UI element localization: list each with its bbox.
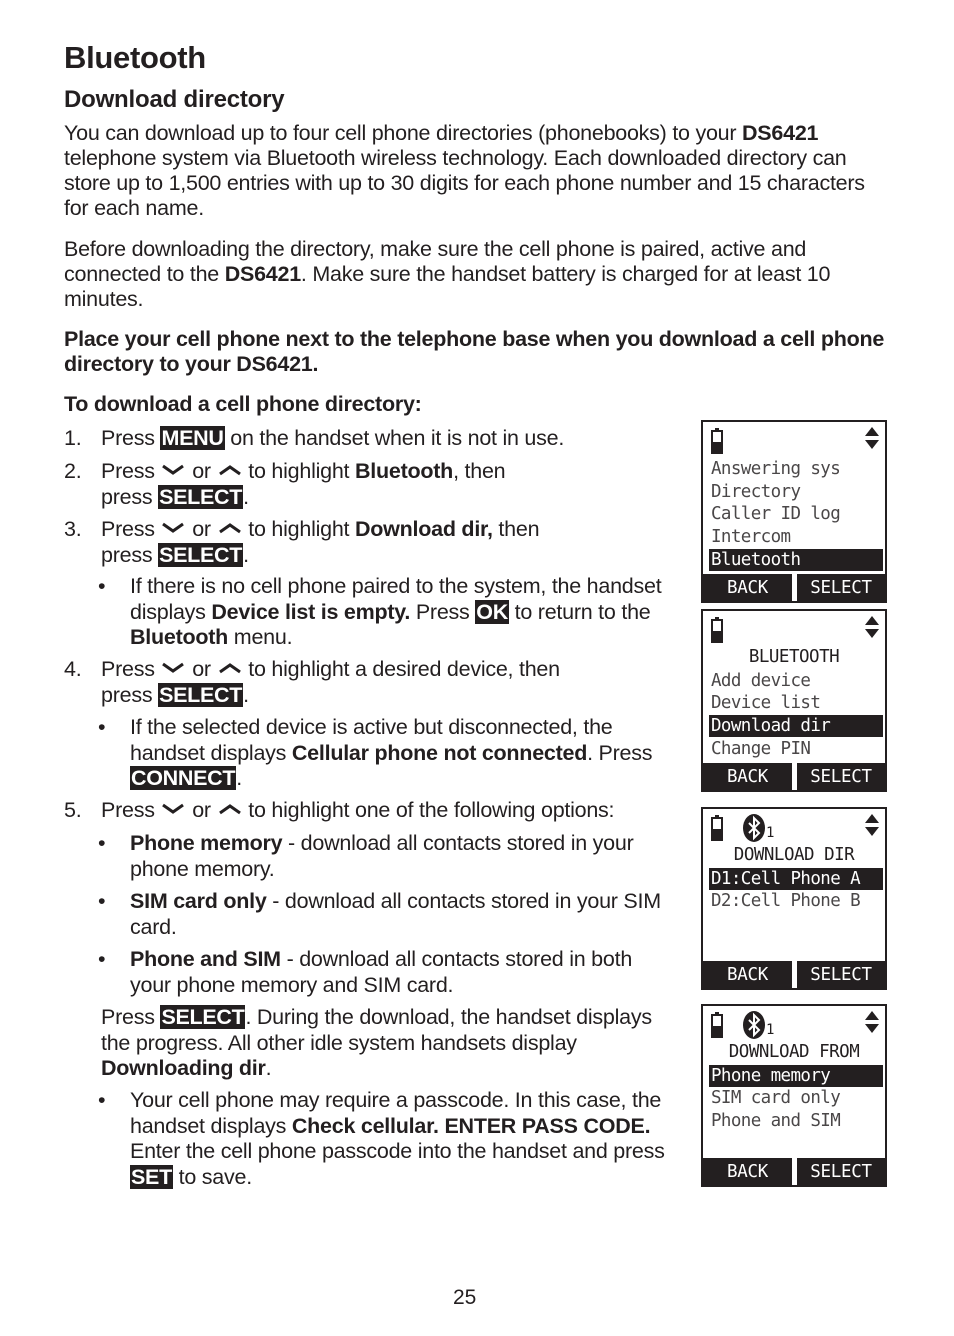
step-1: 1. Press MENU on the handset when it is …	[64, 426, 565, 450]
bluetooth-device-number: 1	[766, 1022, 775, 1038]
menu-item: Phone and SIM	[711, 1111, 841, 1131]
menu-item-selected: D1:Cell Phone A	[709, 868, 883, 890]
battery-icon	[711, 428, 723, 454]
handset-screen-bluetooth-menu: BLUETOOTH Add device Device list Downloa…	[701, 609, 887, 792]
option-phone-memory: • Phone memory - download all contacts s…	[98, 831, 634, 881]
handset-screen-download-dir: 1 DOWNLOAD DIR D1:Cell Phone A D2:Cell P…	[701, 807, 887, 990]
menu-item: Answering sys	[711, 459, 841, 479]
select-softkey: SELECT	[797, 961, 885, 988]
page-number: 25	[453, 1286, 477, 1309]
menu-item: Device list	[711, 693, 821, 713]
step-number: 1.	[64, 426, 82, 450]
select-key: SELECT	[160, 1005, 246, 1029]
model-name: DS6421	[742, 121, 819, 145]
chevron-up-icon	[217, 521, 243, 535]
select-key: SELECT	[158, 542, 244, 567]
step-3: 3. Press or to highlight Download dir, t…	[64, 517, 540, 567]
menu-item: Directory	[711, 482, 801, 502]
menu-item: SIM card only	[711, 1088, 841, 1108]
bullet-icon: •	[98, 574, 106, 598]
battery-icon	[711, 1012, 723, 1038]
screen-title: DOWNLOAD FROM	[728, 1042, 860, 1062]
menu-item: Add device	[711, 671, 811, 691]
select-softkey: SELECT	[797, 763, 885, 790]
bullet-icon: •	[98, 947, 106, 971]
scroll-arrows-icon	[865, 1011, 879, 1033]
menu-key: MENU	[160, 426, 225, 450]
select-key: SELECT	[158, 484, 244, 509]
handset-screen-download-from: 1 DOWNLOAD FROM Phone memory SIM card on…	[701, 1004, 887, 1187]
page-title: Bluetooth	[64, 40, 206, 75]
menu-item-selected: Bluetooth	[709, 549, 883, 571]
select-softkey: SELECT	[797, 1158, 885, 1185]
menu-item: Change PIN	[711, 739, 811, 759]
battery-icon	[711, 617, 723, 643]
chevron-up-icon	[217, 661, 243, 675]
back-softkey: BACK	[703, 763, 792, 790]
menu-item-selected: Download dir	[709, 715, 883, 737]
step-2: 2. Press or to highlight Bluetooth, then…	[64, 459, 506, 509]
connect-key: CONNECT	[130, 766, 237, 790]
back-softkey: BACK	[703, 574, 792, 601]
menu-item: D2:Cell Phone B	[711, 891, 861, 911]
menu-item: Caller ID log	[711, 504, 841, 524]
back-softkey: BACK	[703, 961, 792, 988]
back-softkey: BACK	[703, 1158, 792, 1185]
ok-key: OK	[475, 599, 509, 624]
step-5: 5. Press or to highlight one of the foll…	[64, 798, 615, 822]
bullet-icon: •	[98, 889, 106, 913]
set-key: SET	[130, 1164, 173, 1189]
screen-title: DOWNLOAD DIR	[733, 845, 855, 865]
step-5-continuation: Press SELECT. During the download, the h…	[101, 1005, 652, 1080]
menu-item: Intercom	[711, 527, 791, 547]
chevron-up-icon	[217, 463, 243, 477]
scroll-arrows-icon	[865, 616, 879, 638]
step-number: 2.	[64, 459, 82, 483]
bluetooth-icon	[743, 814, 765, 842]
chevron-down-icon	[160, 521, 186, 535]
procedure-title: To download a cell phone directory:	[64, 392, 422, 416]
step-number: 5.	[64, 798, 82, 822]
bluetooth-device-number: 1	[766, 825, 775, 841]
warning-note: Place your cell phone next to the teleph…	[64, 327, 885, 376]
screen-title: BLUETOOTH	[748, 647, 840, 667]
intro-paragraph-2: Before downloading the directory, make s…	[64, 237, 831, 311]
scroll-arrows-icon	[865, 814, 879, 836]
scroll-arrows-icon	[865, 427, 879, 449]
step-4-note: • If the selected device is active but d…	[98, 715, 653, 790]
step-4: 4. Press or to highlight a desired devic…	[64, 657, 560, 707]
handset-screen-main-menu: Answering sys Directory Caller ID log In…	[701, 420, 887, 603]
battery-icon	[711, 815, 723, 841]
option-phone-and-sim: • Phone and SIM - download all contacts …	[98, 947, 633, 997]
chevron-down-icon	[160, 802, 186, 816]
section-title: Download directory	[64, 86, 285, 113]
step-3-note: • If there is no cell phone paired to th…	[98, 574, 662, 649]
bullet-icon: •	[98, 831, 106, 855]
bluetooth-icon	[743, 1011, 765, 1039]
bullet-icon: •	[98, 715, 106, 739]
bullet-icon: •	[98, 1088, 106, 1112]
select-softkey: SELECT	[797, 574, 885, 601]
chevron-down-icon	[160, 661, 186, 675]
chevron-down-icon	[160, 463, 186, 477]
model-name: DS6421	[224, 262, 301, 286]
chevron-up-icon	[217, 802, 243, 816]
option-sim-card-only: • SIM card only - download all contacts …	[98, 889, 661, 939]
step-number: 4.	[64, 657, 82, 681]
menu-item-selected: Phone memory	[709, 1065, 883, 1087]
intro-paragraph-1: You can download up to four cell phone d…	[64, 121, 865, 220]
select-key: SELECT	[158, 682, 244, 707]
step-number: 3.	[64, 517, 82, 541]
step-5-note: • Your cell phone may require a passcode…	[98, 1088, 665, 1189]
